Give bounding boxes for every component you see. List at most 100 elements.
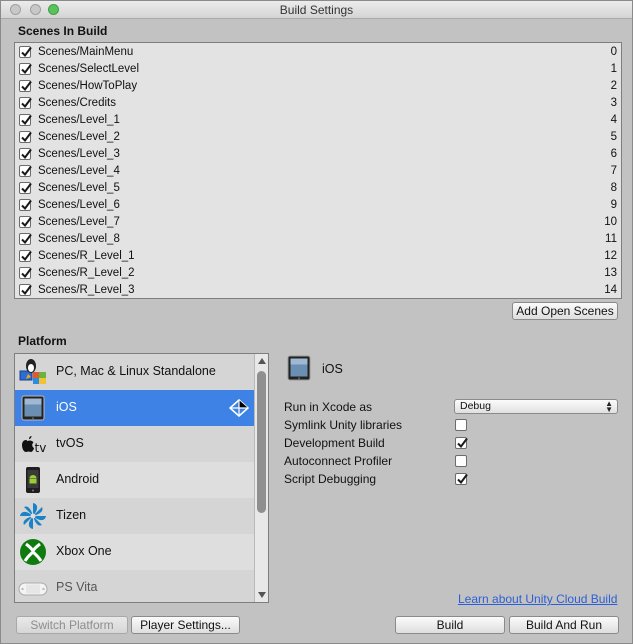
symlink-unity-libraries-label: Symlink Unity libraries <box>284 418 403 432</box>
scene-include-checkbox[interactable] <box>19 165 32 177</box>
scene-index: 13 <box>604 267 617 279</box>
script-debugging-label: Script Debugging <box>284 472 377 486</box>
scene-name: Scenes/Level_4 <box>38 165 120 177</box>
build-button[interactable]: Build <box>395 616 505 634</box>
xbox-icon <box>20 539 46 565</box>
platform-item-tvos[interactable]: tv tvOS <box>15 426 255 462</box>
scene-include-checkbox[interactable] <box>19 148 32 160</box>
scene-row[interactable]: Scenes/R_Level_2 13 <box>15 265 621 282</box>
development-build-label: Development Build <box>284 436 385 450</box>
scene-name: Scenes/R_Level_3 <box>38 284 135 296</box>
platform-item-tizen[interactable]: Tizen <box>15 498 255 534</box>
build-and-run-button[interactable]: Build And Run <box>509 616 619 634</box>
scene-include-checkbox[interactable] <box>19 233 32 245</box>
checkmark-icon <box>21 131 32 143</box>
scene-index: 7 <box>610 165 617 177</box>
scene-row[interactable]: Scenes/HowToPlay 2 <box>15 78 621 95</box>
autoconnect-profiler-checkbox[interactable] <box>455 455 467 467</box>
scene-row[interactable]: Scenes/MainMenu 0 <box>15 44 621 61</box>
platform-item-standalone[interactable]: PC, Mac & Linux Standalone <box>15 354 255 390</box>
ipad-icon <box>287 355 311 381</box>
scene-include-checkbox[interactable] <box>19 250 32 262</box>
scroll-down-arrow-icon[interactable] <box>258 592 266 598</box>
checkmark-icon <box>21 114 32 126</box>
scene-name: Scenes/Level_3 <box>38 148 120 160</box>
scene-name: Scenes/HowToPlay <box>38 80 138 92</box>
svg-text:tv: tv <box>35 441 47 455</box>
symlink-unity-libraries-checkbox[interactable] <box>455 419 467 431</box>
scene-include-checkbox[interactable] <box>19 80 32 92</box>
android-icon <box>26 467 40 493</box>
scene-include-checkbox[interactable] <box>19 284 32 296</box>
apple-tv-icon: tv <box>22 436 47 455</box>
script-debugging-checkbox[interactable] <box>455 473 468 485</box>
scenes-in-build-title: Scenes In Build <box>18 24 108 38</box>
scene-name: Scenes/SelectLevel <box>38 63 140 75</box>
platform-item-ios[interactable]: iOS <box>15 390 255 426</box>
run-in-xcode-dropdown[interactable]: Debug ▲ ▼ <box>454 399 618 414</box>
development-build-checkbox[interactable] <box>455 437 468 449</box>
scene-index: 0 <box>610 46 617 58</box>
platform-label: Android <box>56 472 100 486</box>
platform-label: Tizen <box>56 508 87 522</box>
platform-item-ps-vita[interactable]: PS Vita <box>15 570 255 602</box>
run-in-xcode-label: Run in Xcode as <box>284 400 373 414</box>
checkmark-icon <box>457 473 468 485</box>
scene-row[interactable]: Scenes/Level_6 9 <box>15 197 621 214</box>
scene-include-checkbox[interactable] <box>19 216 32 228</box>
unity-cloud-build-link[interactable]: Learn about Unity Cloud Build <box>458 592 617 606</box>
scene-index: 14 <box>604 284 617 296</box>
tizen-icon <box>20 503 46 529</box>
platform-label: PC, Mac & Linux Standalone <box>56 364 216 378</box>
scroll-thumb[interactable] <box>257 371 266 513</box>
platform-item-android[interactable]: Android <box>15 462 255 498</box>
scene-row[interactable]: Scenes/SelectLevel 1 <box>15 61 621 78</box>
scene-include-checkbox[interactable] <box>19 46 32 58</box>
scene-include-checkbox[interactable] <box>19 182 32 194</box>
selected-platform-title: iOS <box>322 362 343 376</box>
scene-row[interactable]: Scenes/Level_1 4 <box>15 112 621 129</box>
scene-include-checkbox[interactable] <box>19 114 32 126</box>
switch-platform-button[interactable]: Switch Platform <box>16 616 128 634</box>
scene-include-checkbox[interactable] <box>19 97 32 109</box>
platform-scrollbar[interactable] <box>254 354 268 602</box>
scene-name: Scenes/Level_6 <box>38 199 120 211</box>
scene-include-checkbox[interactable] <box>19 131 32 143</box>
platform-item-xbox-one[interactable]: Xbox One <box>15 534 255 570</box>
scene-row[interactable]: Scenes/Level_3 6 <box>15 146 621 163</box>
scene-name: Scenes/Level_2 <box>38 131 120 143</box>
platform-label: iOS <box>56 400 77 414</box>
autoconnect-profiler-label: Autoconnect Profiler <box>284 454 393 468</box>
scene-row[interactable]: Scenes/Level_7 10 <box>15 214 621 231</box>
scene-include-checkbox[interactable] <box>19 267 32 279</box>
title-bar: Build Settings <box>1 1 632 19</box>
zoom-window-button[interactable] <box>48 4 59 15</box>
scene-name: Scenes/Level_8 <box>38 233 120 245</box>
checkmark-icon <box>21 199 32 211</box>
scene-row[interactable]: Scenes/Level_5 8 <box>15 180 621 197</box>
scene-row[interactable]: Scenes/R_Level_3 14 <box>15 282 621 298</box>
scene-row[interactable]: Scenes/Credits 3 <box>15 95 621 112</box>
scenes-list: Scenes/MainMenu 0 Scenes/SelectLevel 1 S… <box>14 42 622 299</box>
scene-include-checkbox[interactable] <box>19 199 32 211</box>
scene-row[interactable]: Scenes/Level_2 5 <box>15 129 621 146</box>
scene-name: Scenes/R_Level_1 <box>38 250 135 262</box>
checkmark-icon <box>21 165 32 177</box>
scene-name: Scenes/Level_5 <box>38 182 120 194</box>
add-open-scenes-button[interactable]: Add Open Scenes <box>512 302 618 320</box>
scroll-up-arrow-icon[interactable] <box>258 358 266 364</box>
close-window-button[interactable] <box>10 4 21 15</box>
scene-index: 11 <box>605 233 617 245</box>
scene-index: 9 <box>610 199 617 211</box>
minimize-window-button[interactable] <box>30 4 41 15</box>
checkmark-icon <box>21 182 32 194</box>
scene-row[interactable]: Scenes/Level_8 11 <box>15 231 621 248</box>
scene-row[interactable]: Scenes/Level_4 7 <box>15 163 621 180</box>
ps-vita-icon <box>18 582 48 596</box>
scene-row[interactable]: Scenes/R_Level_1 12 <box>15 248 621 265</box>
scene-name: Scenes/Level_1 <box>38 114 120 126</box>
scene-index: 2 <box>610 80 617 92</box>
scene-include-checkbox[interactable] <box>19 63 32 75</box>
scene-index: 12 <box>604 250 617 262</box>
player-settings-button[interactable]: Player Settings... <box>131 616 240 634</box>
